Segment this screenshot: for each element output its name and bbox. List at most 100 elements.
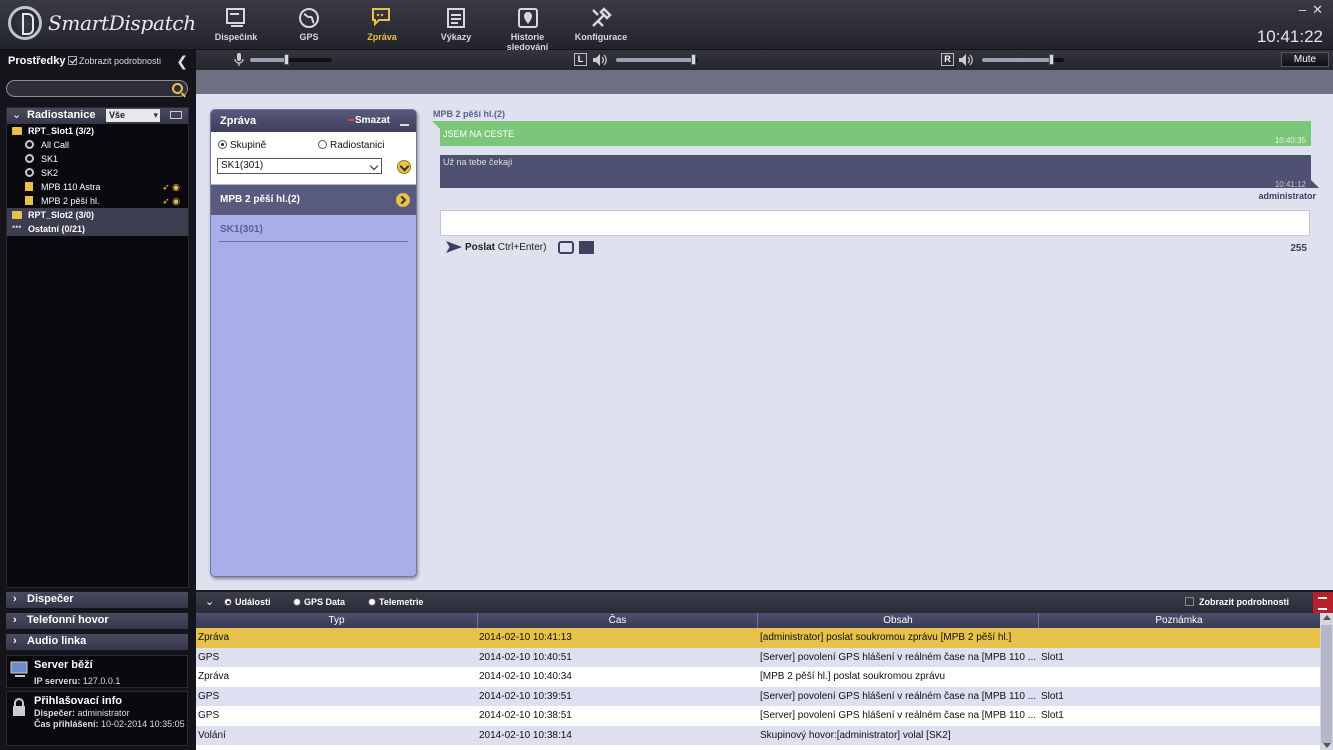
radio-station-option[interactable]: Radiostanici — [318, 140, 384, 151]
nav-label: Zpráva — [367, 32, 397, 42]
radio-button[interactable] — [224, 598, 232, 606]
nav-zprava[interactable]: Zpráva — [362, 4, 402, 46]
log-toolbar: ⌄ Události GPS Data Telemetrie Zobrazit … — [196, 592, 1333, 613]
clear-log-icon[interactable] — [1313, 592, 1333, 613]
message-bubble-incoming: JSEM NA CESTE 10:40:35 — [432, 121, 1311, 146]
send-icon[interactable] — [446, 241, 462, 253]
tree-item-label: SK2 — [41, 168, 59, 178]
tab-udalosti[interactable]: Události — [224, 597, 271, 607]
slider-knob[interactable] — [283, 54, 289, 65]
log-show-details-toggle[interactable]: Zobrazit podrobnosti — [1185, 597, 1289, 607]
scroll-down-icon[interactable] — [1323, 743, 1331, 748]
char-counter: 255 — [1290, 243, 1307, 254]
section-audio-linka[interactable]: › Audio linka — [6, 634, 188, 650]
checkbox[interactable] — [1185, 597, 1195, 606]
login-time: Čas přihlášení: 10-02-2014 10:35:05 — [34, 719, 185, 729]
tree-item-label: Ostatní (0/21) — [28, 224, 86, 234]
column-poznamka[interactable]: Poznámka — [1039, 615, 1319, 626]
right-volume-slider[interactable] — [982, 54, 1064, 65]
column-typ[interactable]: Typ — [196, 615, 477, 626]
tree-item-label: RPT_Slot2 (3/0) — [28, 210, 95, 220]
section-telefonni-hovor[interactable]: › Telefonní hovor — [6, 613, 188, 629]
table-row[interactable]: GPS 2014-02-10 10:39:51 [Server] povolení … — [196, 686, 1320, 706]
radios-header[interactable]: ⌄ Radiostanice Vše — [7, 108, 188, 124]
chevron-down-icon[interactable]: ⌄ — [12, 108, 21, 121]
radio-button[interactable] — [293, 598, 301, 606]
radio-group-option[interactable]: Skupině — [218, 140, 266, 151]
logo-icon — [8, 6, 42, 40]
table-row[interactable]: GPS 2014-02-10 10:40:51 [Server] povolení … — [196, 647, 1320, 667]
target-select[interactable]: SK1(301) — [217, 158, 382, 174]
tree-item[interactable]: MPB 110 Astra ➶ ◉ — [7, 180, 188, 194]
collapse-panel-icon[interactable]: ❮ — [176, 53, 188, 70]
screen-icon[interactable] — [170, 111, 182, 119]
left-volume-slider[interactable] — [616, 54, 698, 65]
chevron-down-icon[interactable]: ⌄ — [205, 595, 214, 608]
section-label: Dispečer — [27, 593, 74, 605]
tree-item[interactable]: SK1 — [7, 152, 188, 166]
window-controls[interactable]: –✕ — [1299, 2, 1329, 18]
table-cell: GPS — [198, 651, 220, 663]
show-details-toggle[interactable]: Zobrazit podrobnosti — [68, 56, 161, 66]
tree-item[interactable]: MPB 2 pěší hl. ➶ ◉ — [7, 194, 188, 208]
column-cas[interactable]: Čas — [478, 615, 757, 626]
resource-search-input[interactable] — [6, 80, 188, 97]
scroll-up-icon[interactable] — [1323, 615, 1331, 620]
checkbox[interactable] — [68, 56, 77, 65]
radio-button[interactable] — [368, 598, 376, 606]
mic-volume-slider[interactable] — [250, 54, 332, 65]
tree-item[interactable]: RPT_Slot1 (3/2) — [7, 124, 188, 138]
column-obsah[interactable]: Obsah — [758, 615, 1038, 626]
slider-knob[interactable] — [690, 54, 696, 65]
minimize-icon[interactable]: – — [1299, 2, 1312, 17]
conversation-item-active[interactable]: MPB 2 pěší hl.(2) — [211, 185, 416, 215]
conversation-item[interactable]: SK1(301) — [219, 215, 408, 242]
message-bubble-outgoing: Už na tebe čekají 10:41:12 — [440, 155, 1319, 189]
arrow-right-icon[interactable] — [396, 193, 410, 207]
message-compose-input[interactable] — [440, 210, 1310, 236]
tree-item[interactable]: ••• Ostatní (0/21) — [7, 222, 188, 236]
log-scrollbar[interactable] — [1320, 613, 1333, 750]
nav-vykazy[interactable]: Výkazy — [436, 4, 476, 46]
radio-filter-select[interactable]: Vše — [106, 109, 160, 122]
inbox-icon[interactable] — [558, 241, 574, 254]
nav-historie-sledovani[interactable]: Historie sledování — [490, 4, 565, 52]
broom-icon[interactable] — [400, 115, 409, 126]
speaker-icon[interactable] — [592, 53, 608, 67]
speaker-icon[interactable] — [958, 53, 974, 67]
radio-tree: ⌄ Radiostanice Vše RPT_Slot1 (3/2) All Ca… — [6, 107, 189, 588]
table-row[interactable]: Zpráva 2014-02-10 10:40:34 [MPB 2 pěší hl.… — [196, 667, 1320, 687]
radio-button[interactable] — [218, 140, 227, 149]
lock-icon — [13, 698, 25, 716]
search-icon[interactable] — [172, 83, 183, 94]
send-button[interactable]: Poslat Ctrl+Enter) — [465, 242, 546, 253]
close-icon[interactable]: ✕ — [1312, 2, 1329, 17]
tree-item[interactable]: All Call — [7, 138, 188, 152]
tab-telemetrie[interactable]: Telemetrie — [368, 597, 423, 607]
slider-knob[interactable] — [1048, 54, 1054, 65]
globe-icon — [299, 8, 319, 28]
send-shortcut: Ctrl+Enter) — [497, 242, 547, 253]
scroll-thumb[interactable] — [1321, 625, 1332, 743]
tree-item[interactable]: RPT_Slot2 (3/0) — [7, 208, 188, 222]
chat-title: MPB 2 pěší hl.(2) — [433, 109, 506, 119]
section-dispecer[interactable]: › Dispečer — [6, 592, 188, 608]
envelope-icon[interactable] — [579, 241, 594, 254]
repeater-icon — [12, 127, 22, 135]
nav-gps[interactable]: GPS — [290, 4, 328, 46]
section-label: Audio linka — [27, 635, 87, 647]
table-row[interactable]: GPS 2014-02-10 10:38:51 [Server] povolení … — [196, 706, 1320, 726]
nav-dispecink[interactable]: Dispečink — [210, 4, 262, 46]
radio-button[interactable] — [318, 140, 327, 149]
nav-konfigurace[interactable]: Konfigurace — [574, 4, 628, 46]
mute-button[interactable]: Mute — [1281, 52, 1329, 67]
table-row[interactable]: Zpráva 2014-02-10 10:41:13 [administrator]… — [196, 628, 1320, 648]
group-icon — [25, 140, 34, 149]
tab-gps-data[interactable]: GPS Data — [293, 597, 345, 607]
tree-item[interactable]: SK2 — [7, 166, 188, 180]
dispatcher-label: Dispečer: — [34, 708, 76, 718]
table-cell: 2014-02-10 10:39:51 — [479, 690, 572, 702]
table-row[interactable]: Volání 2014-02-10 10:38:14 Skupinový hovor… — [196, 725, 1320, 745]
download-icon[interactable] — [397, 160, 411, 174]
delete-button[interactable]: Smazat — [348, 115, 390, 126]
